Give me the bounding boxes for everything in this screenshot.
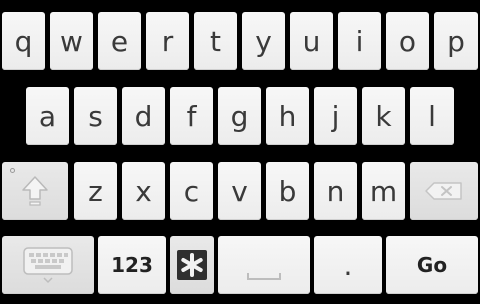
- key-r[interactable]: r: [146, 12, 189, 70]
- key-g[interactable]: g: [218, 87, 261, 145]
- key-p[interactable]: p: [434, 12, 478, 70]
- keyboard-settings-key[interactable]: [2, 236, 94, 294]
- key-d[interactable]: d: [122, 87, 165, 145]
- key-k[interactable]: k: [362, 87, 405, 145]
- key-u[interactable]: u: [290, 12, 333, 70]
- shift-key[interactable]: [2, 162, 68, 220]
- shift-arrow-icon: [22, 176, 48, 206]
- numbers-key[interactable]: 123: [98, 236, 166, 294]
- key-s[interactable]: s: [74, 87, 117, 145]
- period-key[interactable]: .: [314, 236, 382, 294]
- go-key[interactable]: Go: [386, 236, 478, 294]
- space-key[interactable]: [218, 236, 310, 294]
- symbol-key[interactable]: [170, 236, 214, 294]
- shift-indicator-dot: [10, 168, 15, 173]
- keyboard-settings-icon: [23, 247, 73, 284]
- key-a[interactable]: a: [26, 87, 69, 145]
- key-j[interactable]: j: [314, 87, 357, 145]
- key-y[interactable]: y: [242, 12, 285, 70]
- soft-keyboard: q w e r t y u i o p a s d f g h j k l z …: [0, 0, 480, 304]
- backspace-icon: [425, 182, 462, 200]
- key-c[interactable]: c: [170, 162, 213, 220]
- space-bar-icon: [247, 273, 281, 280]
- key-i[interactable]: i: [338, 12, 381, 70]
- key-t[interactable]: t: [194, 12, 237, 70]
- key-v[interactable]: v: [218, 162, 261, 220]
- key-q[interactable]: q: [2, 12, 45, 70]
- key-n[interactable]: n: [314, 162, 357, 220]
- key-f[interactable]: f: [170, 87, 213, 145]
- key-b[interactable]: b: [266, 162, 309, 220]
- key-z[interactable]: z: [74, 162, 117, 220]
- key-o[interactable]: o: [386, 12, 429, 70]
- delete-key[interactable]: [410, 162, 478, 220]
- key-l[interactable]: l: [410, 87, 454, 145]
- key-m[interactable]: m: [362, 162, 405, 220]
- key-w[interactable]: w: [50, 12, 93, 70]
- key-h[interactable]: h: [266, 87, 309, 145]
- key-x[interactable]: x: [122, 162, 165, 220]
- key-e[interactable]: e: [98, 12, 141, 70]
- symbol-star-icon: [177, 250, 207, 280]
